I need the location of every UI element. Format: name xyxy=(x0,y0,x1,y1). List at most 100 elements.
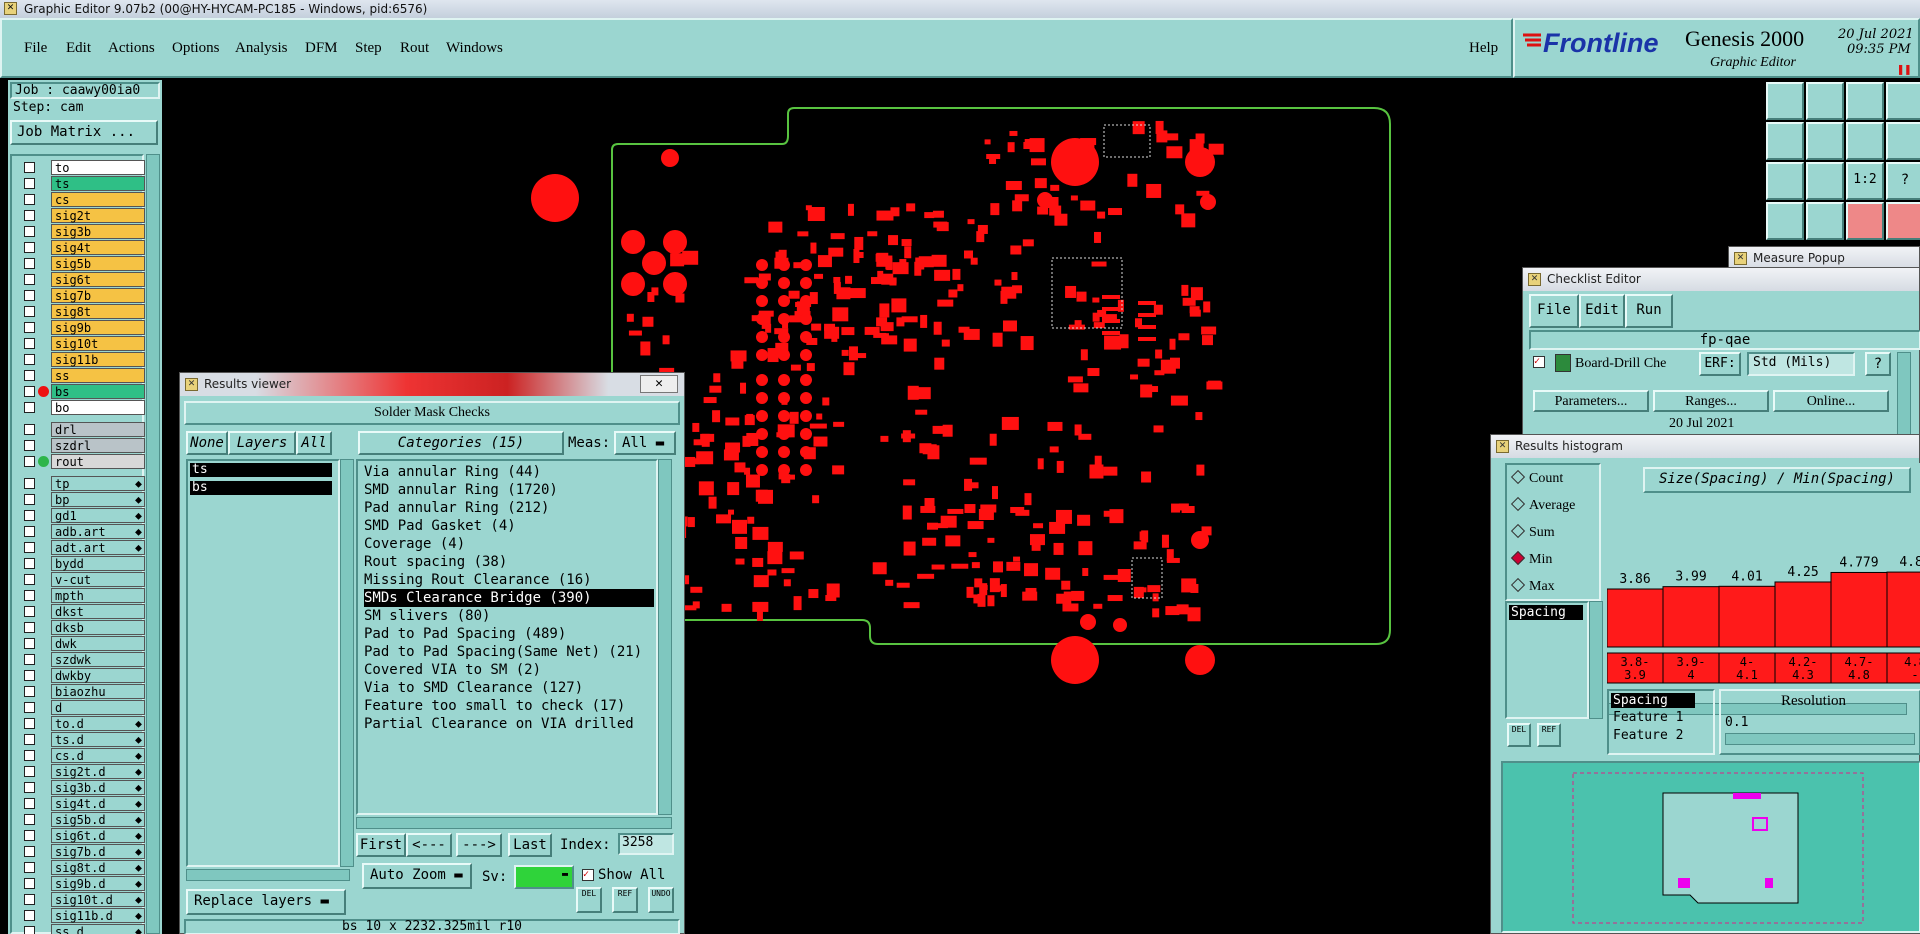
layer-checkbox[interactable] xyxy=(24,702,35,713)
layer-row-bs[interactable]: bs xyxy=(18,384,145,399)
layer-checkbox[interactable] xyxy=(24,258,35,269)
layer-row-ss.d[interactable]: ss.d ⬥ xyxy=(18,924,145,934)
layer-row-v-cut[interactable]: v-cut xyxy=(18,572,145,587)
attr-item-feature1[interactable]: Feature 1 xyxy=(1613,710,1683,725)
layer-row-gd1[interactable]: gd1 ⬥ xyxy=(18,508,145,523)
layer-name[interactable]: sig3b.d ⬥ xyxy=(51,780,145,795)
last-button[interactable]: Last xyxy=(508,833,552,857)
layer-checkbox[interactable] xyxy=(24,226,35,237)
layer-row-sig5b.d[interactable]: sig5b.d ⬥ xyxy=(18,812,145,827)
layer-checkbox[interactable] xyxy=(24,686,35,697)
layer-row-sig2t[interactable]: sig2t xyxy=(18,208,145,223)
sv-color-select[interactable]: ▬ xyxy=(514,865,574,889)
checklist-row-name[interactable]: Board-Drill Che xyxy=(1575,356,1666,372)
layer-name[interactable]: sig8t.d ⬥ xyxy=(51,860,145,875)
category-item[interactable]: Coverage (4) xyxy=(364,535,465,553)
rv-ref-button[interactable]: REF xyxy=(612,887,638,913)
category-scrollbar[interactable] xyxy=(658,459,672,815)
home-icon[interactable] xyxy=(1846,82,1884,120)
help-icon[interactable]: ? xyxy=(1886,162,1920,200)
layer-name[interactable]: to xyxy=(51,160,145,175)
show-all-checkbox[interactable]: ✓ xyxy=(582,869,594,881)
first-button[interactable]: First xyxy=(356,833,406,857)
net2-icon[interactable] xyxy=(1886,202,1920,240)
layer-row-sig11b[interactable]: sig11b xyxy=(18,352,145,367)
layer-row-sig5b[interactable]: sig5b xyxy=(18,256,145,271)
layer-row-rout[interactable]: rout xyxy=(18,454,145,469)
layer-name[interactable]: to.d ⬥ xyxy=(51,716,145,731)
layer-checkbox[interactable] xyxy=(24,322,35,333)
layer-name[interactable]: sig7b.d ⬥ xyxy=(51,844,145,859)
layer-checkbox[interactable] xyxy=(24,402,35,413)
layer-row-drl[interactable]: drl xyxy=(18,422,145,437)
layer-name[interactable]: d xyxy=(51,700,145,715)
attr-item-feature2[interactable]: Feature 2 xyxy=(1613,728,1683,743)
layer-row-tp[interactable]: tp ⬥ xyxy=(18,476,145,491)
category-item[interactable]: SMDs Clearance Bridge (390) xyxy=(364,589,654,607)
layer-checkbox[interactable] xyxy=(24,926,35,934)
layer-name[interactable]: ts xyxy=(51,176,145,191)
layer-name[interactable]: ss.d ⬥ xyxy=(51,924,145,934)
layer-name[interactable]: szdrl xyxy=(51,438,145,453)
layer-row-sig6t[interactable]: sig6t xyxy=(18,272,145,287)
layer-name[interactable]: ss xyxy=(51,368,145,383)
histogram-list-scrollbar[interactable] xyxy=(1589,601,1603,719)
layer-checkbox[interactable] xyxy=(24,606,35,617)
hist-ref-button[interactable]: REF xyxy=(1537,723,1561,747)
category-item[interactable]: Rout spacing (38) xyxy=(364,553,507,571)
layer-row-szdrl[interactable]: szdrl xyxy=(18,438,145,453)
layer-checkbox[interactable] xyxy=(24,178,35,189)
layer-checkbox[interactable] xyxy=(24,478,35,489)
layer-name[interactable]: sig3b xyxy=(51,224,145,239)
layer-checkbox[interactable] xyxy=(24,830,35,841)
layer-name[interactable]: tp ⬥ xyxy=(51,476,145,491)
layer-checkbox[interactable] xyxy=(24,210,35,221)
redraw-icon[interactable] xyxy=(1846,122,1884,160)
center-icon[interactable] xyxy=(1806,162,1844,200)
check-checkbox[interactable]: ✓ xyxy=(1533,356,1545,368)
parameters-button[interactable]: Parameters... xyxy=(1533,390,1649,412)
categories-button[interactable]: Categories (15) xyxy=(358,431,564,455)
layer-name[interactable]: sig9b.d ⬥ xyxy=(51,876,145,891)
menu-rout[interactable]: Rout xyxy=(400,40,429,57)
fit-icon[interactable] xyxy=(1766,162,1804,200)
layer-checkbox[interactable] xyxy=(24,814,35,825)
layer-row-bo[interactable]: bo xyxy=(18,400,145,415)
layer-row-sig11b.d[interactable]: sig11b.d ⬥ xyxy=(18,908,145,923)
layer-name[interactable]: drl xyxy=(51,422,145,437)
layer-checkbox[interactable] xyxy=(24,878,35,889)
category-item[interactable]: SMD Pad Gasket (4) xyxy=(364,517,516,535)
layer-name[interactable]: dksb xyxy=(51,620,145,635)
layer-row-sig2t.d[interactable]: sig2t.d ⬥ xyxy=(18,764,145,779)
layer-row-sig10t.d[interactable]: sig10t.d ⬥ xyxy=(18,892,145,907)
layer-row-sig7b.d[interactable]: sig7b.d ⬥ xyxy=(18,844,145,859)
pan-right-icon[interactable] xyxy=(1806,122,1844,160)
layer-row-sig4t.d[interactable]: sig4t.d ⬥ xyxy=(18,796,145,811)
layer-checkbox[interactable] xyxy=(24,424,35,435)
menu-step[interactable]: Step xyxy=(355,40,382,57)
layer-row-sig8t.d[interactable]: sig8t.d ⬥ xyxy=(18,860,145,875)
layer-checkbox[interactable] xyxy=(24,910,35,921)
layer-row-to.d[interactable]: to.d ⬥ xyxy=(18,716,145,731)
layer-row-sig3b[interactable]: sig3b xyxy=(18,224,145,239)
layer-row-ts.d[interactable]: ts.d ⬥ xyxy=(18,732,145,747)
layer-checkbox[interactable] xyxy=(24,242,35,253)
layer-row-mpth[interactable]: mpth xyxy=(18,588,145,603)
layer-name[interactable]: sig4t xyxy=(51,240,145,255)
checklist-menu-edit[interactable]: Edit xyxy=(1579,294,1625,328)
auto-zoom-select[interactable]: Auto Zoom ▬ xyxy=(362,863,472,889)
grid-icon[interactable] xyxy=(1806,202,1844,240)
none-button[interactable]: None xyxy=(186,431,228,455)
layer-name[interactable]: gd1 ⬥ xyxy=(51,508,145,523)
layer-results-hscroll[interactable] xyxy=(186,869,350,881)
net-icon[interactable] xyxy=(1846,202,1884,240)
result-layer-bs[interactable]: bs xyxy=(190,481,332,495)
layer-name[interactable]: biaozhu xyxy=(51,684,145,699)
layer-name[interactable]: sig5b xyxy=(51,256,145,271)
layer-row-biaozhu[interactable]: biaozhu xyxy=(18,684,145,699)
zoom-back-icon[interactable] xyxy=(1806,82,1844,120)
layer-name[interactable]: sig2t xyxy=(51,208,145,223)
layer-checkbox[interactable] xyxy=(24,494,35,505)
layer-checkbox[interactable] xyxy=(24,440,35,451)
layer-checkbox[interactable] xyxy=(24,456,35,467)
